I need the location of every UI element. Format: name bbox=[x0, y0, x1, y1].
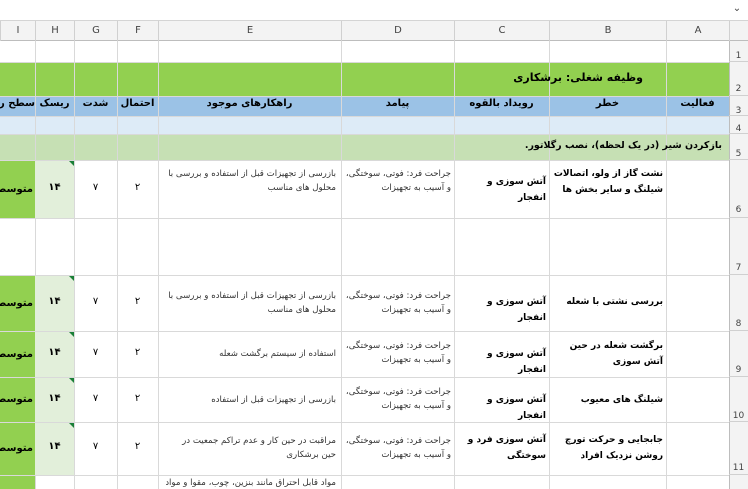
row-header-2[interactable]: 2 bbox=[729, 62, 748, 96]
comment-indicator-icon[interactable] bbox=[69, 276, 74, 281]
event-cell[interactable]: آتش سوزی و انفجار bbox=[458, 392, 546, 424]
row-header-3[interactable]: 3 bbox=[729, 96, 748, 116]
severity-value[interactable]: ۷ bbox=[74, 347, 117, 358]
column-header-f[interactable]: F bbox=[117, 21, 158, 41]
probability-value[interactable]: ۲ bbox=[117, 182, 158, 193]
job-title[interactable]: وظیفه شغلی: برشکاری bbox=[513, 71, 643, 84]
severity-value[interactable]: ۷ bbox=[74, 296, 117, 307]
select-all-corner[interactable] bbox=[729, 21, 748, 41]
risk-level-cell[interactable]: متوسط bbox=[0, 276, 35, 331]
header-potential-event[interactable]: رویداد بالقوه bbox=[454, 98, 549, 109]
risk-value[interactable]: ۱۴ bbox=[35, 182, 74, 193]
chevron-down-icon[interactable]: ⌄ bbox=[730, 2, 744, 16]
consequence-cell[interactable]: جراحت فرد: فوتی، سوختگی، و آسیب به تجهیز… bbox=[345, 434, 451, 462]
consequence-cell[interactable]: جراحت فرد: فوتی، سوختگی، و آسیب به تجهیز… bbox=[345, 385, 451, 413]
grid-line bbox=[0, 377, 729, 378]
header-risk[interactable]: ریسک bbox=[35, 98, 74, 109]
column-header-d[interactable]: D bbox=[341, 21, 454, 41]
risk-value[interactable]: ۱۴ bbox=[35, 441, 74, 452]
row-header-10[interactable]: 10 bbox=[729, 377, 748, 422]
formula-bar[interactable]: ⌄ bbox=[0, 0, 748, 21]
severity-value[interactable]: ۷ bbox=[74, 182, 117, 193]
risk-level-cell[interactable]: متوسط bbox=[0, 161, 35, 218]
header-existing-measures[interactable]: راهکارهای موجود bbox=[158, 98, 341, 109]
risk-value[interactable]: ۱۴ bbox=[35, 347, 74, 358]
grid-line bbox=[0, 331, 729, 332]
probability-value[interactable]: ۲ bbox=[117, 441, 158, 452]
grid-line bbox=[0, 160, 729, 161]
measures-cell[interactable]: مراقبت در حین کار و عدم تراکم جمعیت در ح… bbox=[166, 434, 336, 462]
probability-value[interactable]: ۲ bbox=[117, 347, 158, 358]
hazard-cell[interactable]: نشت گاز از ولو، اتصالات شیلنگ و سایر بخش… bbox=[553, 166, 663, 198]
risk-level-cell[interactable]: متوسط bbox=[0, 378, 35, 422]
event-cell[interactable]: آتش سوزی فرد و سوختگی bbox=[458, 432, 546, 464]
consequence-cell[interactable]: جراحت فرد: فوتی، سوختگی، و آسیب به تجهیز… bbox=[345, 289, 451, 317]
header-risk-level[interactable]: سطح ریس bbox=[0, 98, 35, 109]
hazard-cell[interactable]: برگشت شعله در حین آتش سوزی bbox=[553, 338, 663, 370]
row-header-7[interactable]: 7 bbox=[729, 218, 748, 275]
probability-value[interactable]: ۲ bbox=[117, 296, 158, 307]
comment-indicator-icon[interactable] bbox=[69, 161, 74, 166]
row-header-6[interactable]: 6 bbox=[729, 160, 748, 218]
comment-indicator-icon[interactable] bbox=[69, 423, 74, 428]
column-header-bar: I H G F E D C B A bbox=[0, 21, 748, 41]
hazard-cell[interactable]: جابجایی و حرکت تورچ روشن نزدیک افراد bbox=[553, 432, 663, 464]
grid-line bbox=[0, 422, 729, 423]
row-header-1[interactable]: 1 bbox=[729, 41, 748, 62]
risk-level-cell[interactable]: متوسط bbox=[0, 332, 35, 377]
probability-value[interactable]: ۲ bbox=[117, 393, 158, 404]
risk-value[interactable]: ۱۴ bbox=[35, 296, 74, 307]
row-header-4[interactable]: 4 bbox=[729, 116, 748, 134]
comment-indicator-icon[interactable] bbox=[69, 378, 74, 383]
grid-line bbox=[0, 275, 729, 276]
column-header-a[interactable]: A bbox=[666, 21, 729, 41]
grid-line bbox=[0, 218, 729, 219]
grid-line bbox=[0, 116, 729, 117]
risk-level-cell[interactable] bbox=[0, 476, 35, 489]
column-header-h[interactable]: H bbox=[35, 21, 74, 41]
row-header-5[interactable]: 5 bbox=[729, 134, 748, 160]
spacer-band bbox=[0, 116, 729, 134]
header-probability[interactable]: احتمال bbox=[117, 98, 158, 109]
row-header-bar: 1 2 3 4 5 6 7 8 9 10 11 bbox=[729, 41, 748, 489]
event-cell[interactable]: آتش سوزی و انفجار bbox=[458, 346, 546, 378]
measures-cell[interactable]: بازرسی از تجهیزات قبل از استفاده bbox=[166, 393, 336, 407]
measures-cell[interactable]: مواد قابل احتراق مانند بنزین، چوب، مقوا … bbox=[166, 476, 336, 489]
measures-cell[interactable]: بازرسی از تجهیزات قبل از استفاده و بررسی… bbox=[166, 289, 336, 317]
risk-value[interactable]: ۱۴ bbox=[35, 393, 74, 404]
grid-line bbox=[0, 96, 729, 97]
consequence-cell[interactable]: جراحت فرد: فوتی، سوختگی، و آسیب به تجهیز… bbox=[345, 167, 451, 195]
grid-line bbox=[0, 62, 729, 63]
column-header-c[interactable]: C bbox=[454, 21, 549, 41]
header-activity[interactable]: فعالیت bbox=[666, 98, 729, 109]
row-header-11[interactable]: 11 bbox=[729, 422, 748, 475]
column-header-g[interactable]: G bbox=[74, 21, 117, 41]
grid-line bbox=[0, 475, 729, 476]
column-header-b[interactable]: B bbox=[549, 21, 666, 41]
risk-level-cell[interactable]: متوسط bbox=[0, 423, 35, 475]
hazard-cell[interactable]: بررسی نشتی با شعله bbox=[553, 294, 663, 310]
event-cell[interactable]: آتش سوزی و انفجار bbox=[458, 294, 546, 326]
row-header-9[interactable]: 9 bbox=[729, 331, 748, 377]
measures-cell[interactable]: استفاده از سیستم برگشت شعله bbox=[166, 347, 336, 361]
spreadsheet-grid[interactable]: وظیفه شغلی: برشکاری فعالیت خطر رویداد با… bbox=[0, 41, 729, 489]
column-header-i[interactable]: I bbox=[0, 21, 35, 41]
grid-line bbox=[0, 134, 729, 135]
severity-value[interactable]: ۷ bbox=[74, 441, 117, 452]
event-cell[interactable]: آتش سوزی و انفجار bbox=[458, 174, 546, 206]
measures-cell[interactable]: بازرسی از تجهیزات قبل از استفاده و بررسی… bbox=[166, 167, 336, 195]
row-header-8[interactable]: 8 bbox=[729, 275, 748, 331]
header-severity[interactable]: شدت bbox=[74, 98, 117, 109]
comment-indicator-icon[interactable] bbox=[69, 332, 74, 337]
column-header-e[interactable]: E bbox=[158, 21, 341, 41]
hazard-cell[interactable]: شیلنگ های معیوب bbox=[553, 392, 663, 408]
header-consequence[interactable]: پیامد bbox=[341, 98, 454, 109]
severity-value[interactable]: ۷ bbox=[74, 393, 117, 404]
header-hazard[interactable]: خطر bbox=[549, 98, 666, 109]
consequence-cell[interactable]: جراحت فرد: فوتی، سوختگی، و آسیب به تجهیز… bbox=[345, 339, 451, 367]
section-title[interactable]: بازکردن شیر (در یک لحظه)، نصب رگلاتور. bbox=[525, 140, 722, 151]
